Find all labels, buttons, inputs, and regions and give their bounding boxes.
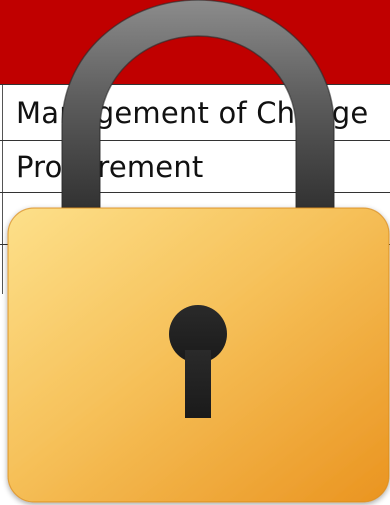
padlock-icon [7, 0, 390, 503]
padlock-shackle [61, 0, 335, 216]
